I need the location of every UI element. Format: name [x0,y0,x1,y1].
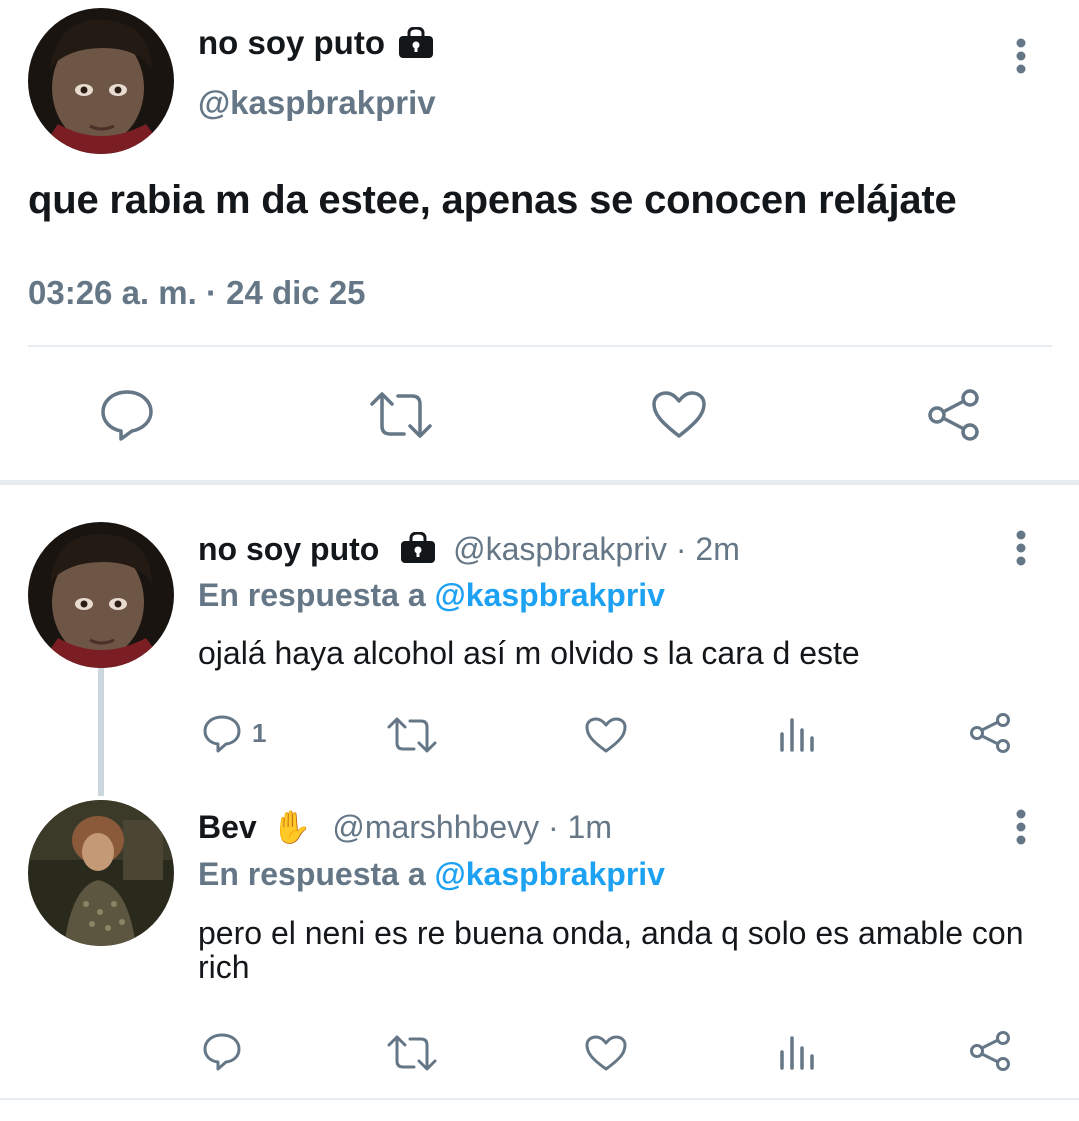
display-name[interactable]: no soy puto [198,24,385,62]
like-icon[interactable] [584,1034,628,1072]
tweet-text: que rabia m da estee, apenas se conocen … [28,178,957,222]
display-name[interactable]: Bev [198,809,257,845]
reply-text: pero el neni es re buena onda, anda q so… [198,915,1024,985]
handle[interactable]: @kaspbrakpriv [453,531,667,567]
time-ago: · 1m [548,809,612,845]
divider [28,345,1052,347]
main-tweet: no soy puto @kaspbrakpriv que rabia m da… [0,0,1079,480]
tweet-timestamp[interactable]: 03:26 a. m. · 24 dic 25 [28,274,366,312]
time-ago: · 2m [675,531,740,567]
retweet-icon[interactable] [368,390,434,440]
replying-prefix: En respuesta a [198,856,426,892]
reply-header: Bev ✋ @marshhbevy · 1m [198,808,612,846]
retweet-icon[interactable] [386,716,438,754]
replying-to: En respuesta a @kaspbrakpriv [198,856,665,893]
handle[interactable]: @kaspbrakpriv [198,84,436,122]
hand-emoji: ✋ [271,809,312,845]
handle[interactable]: @marshhbevy [332,809,539,845]
like-icon[interactable] [584,716,628,754]
reply-count: 1 [252,718,267,748]
reply-header: no soy puto @kaspbrakpriv · 2m [198,531,740,568]
lock-icon [399,27,433,58]
replying-prefix: En respuesta a [198,577,426,613]
more-vert-icon[interactable] [1015,530,1027,566]
retweet-icon[interactable] [386,1034,438,1072]
mention-link[interactable]: @kaspbrakpriv [435,577,665,613]
more-vert-icon[interactable] [1015,809,1027,845]
reply-icon[interactable] [100,388,154,442]
mention-link[interactable]: @kaspbrakpriv [435,856,665,892]
analytics-icon[interactable] [778,716,816,752]
share-icon[interactable] [926,388,982,442]
more-vert-icon[interactable] [1015,38,1027,74]
section-divider [0,480,1079,485]
analytics-icon[interactable] [778,1034,816,1070]
avatar[interactable] [28,522,174,668]
display-name[interactable]: no soy puto [198,531,379,567]
thread-line [98,668,104,796]
share-icon[interactable] [968,712,1012,754]
bottom-divider [0,1098,1079,1100]
reply-icon[interactable] [202,714,242,754]
replying-to: En respuesta a @kaspbrakpriv [198,577,665,614]
lock-icon [401,531,436,563]
share-icon[interactable] [968,1030,1012,1072]
like-icon[interactable] [651,390,707,440]
reply-icon[interactable] [202,1032,242,1072]
avatar[interactable] [28,800,174,946]
avatar[interactable] [28,8,174,154]
reply-text: ojalá haya alcohol así m olvido s la car… [198,635,860,671]
